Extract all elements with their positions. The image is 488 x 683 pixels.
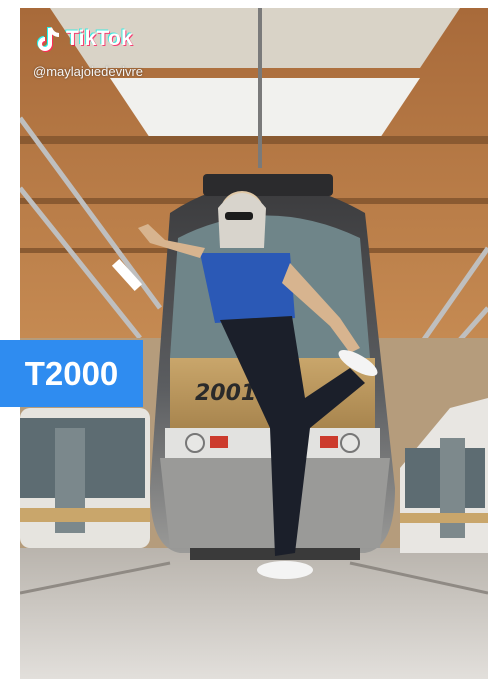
video-frame: 2001 TikTok @maylajoiedevivre T2000 [0, 0, 488, 683]
tiktok-note-icon [36, 25, 62, 53]
creator-handle[interactable]: @maylajoiedevivre [33, 64, 143, 79]
tiktok-wordmark: TikTok [66, 27, 133, 50]
tiktok-logo: TikTok [36, 24, 133, 54]
tram-number: 2001 [195, 381, 256, 406]
model-label-badge: T2000 [0, 340, 143, 407]
